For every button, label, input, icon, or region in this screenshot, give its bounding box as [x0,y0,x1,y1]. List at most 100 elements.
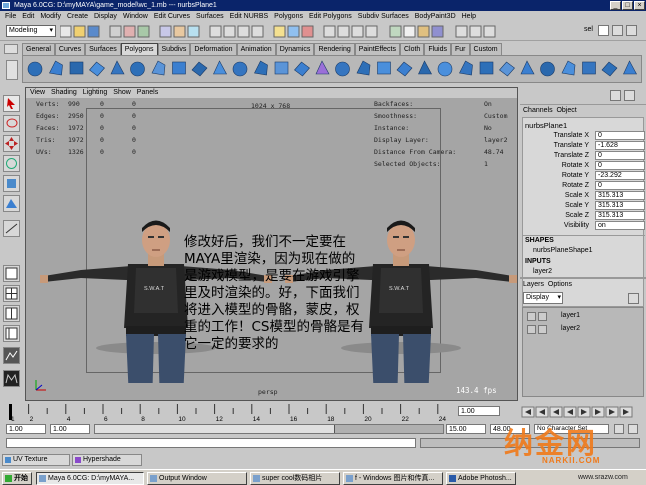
status-line-icons[interactable] [60,25,530,39]
channel-row[interactable]: Scale Y 315.313 [523,201,646,211]
panel-menu-panels[interactable]: Panels [137,89,158,96]
menu-window[interactable]: Window [123,11,148,23]
polygon-tool-icon-13[interactable] [274,61,289,75]
range-handle[interactable] [95,425,335,433]
layer-tab-layers[interactable]: Layers [523,281,544,288]
channel-row[interactable]: Translate Y -1.628 [523,141,646,151]
polygon-tool-icon-19[interactable] [396,61,413,77]
polygon-tool-icon-18[interactable] [377,61,391,75]
shelf-tool-icons[interactable] [23,56,641,82]
channel-value[interactable]: 0 [595,181,645,190]
mode-select[interactable]: Modeling ▾ [6,25,56,37]
polygon-tool-icon-7[interactable] [151,60,166,76]
menu-modify[interactable]: Modify [40,11,61,23]
channel-value[interactable]: 0 [595,161,645,170]
polygon-tool-icon-17[interactable] [356,60,371,76]
shelf-tab-fur[interactable]: Fur [451,43,470,55]
layout-graph-icon[interactable] [3,347,20,364]
shelf-tab-curves[interactable]: Curves [54,43,86,55]
polygon-tool-icon-28[interactable] [582,61,596,75]
layer-tab-options[interactable]: Options [548,281,572,288]
polygon-tool-icon-9[interactable] [191,61,208,77]
start-button[interactable]: 开始 [2,472,32,485]
layout-four-icon[interactable] [3,285,20,302]
last-tool-icon[interactable] [3,220,20,237]
shelf-tab-general[interactable]: General [22,43,55,55]
range-bar[interactable] [94,424,444,434]
shelf-tab-subdivs[interactable]: Subdivs [157,43,191,55]
polygon-tool-icon-20[interactable] [418,60,433,75]
menu-bodypaint3d[interactable]: BodyPaint3D [415,11,456,23]
channel-value[interactable]: on [595,221,645,230]
menu-surfaces[interactable]: Surfaces [196,11,224,23]
channel-row[interactable]: Translate Z 0 [523,151,646,161]
manipulator-tool-icon[interactable] [3,195,20,212]
channel-row[interactable]: Scale Z 315.313 [523,211,646,221]
polygon-tool-icon-27[interactable] [561,60,576,76]
layout-two-icon[interactable] [3,305,20,322]
shelf-tab-surfaces[interactable]: Surfaces [85,43,121,55]
polygon-tool-icon-4[interactable] [89,61,105,77]
layout-single-icon[interactable] [3,265,20,282]
channel-value[interactable]: 315.313 [595,201,645,210]
mel-command-input[interactable] [6,438,416,448]
lasso-tool-icon[interactable] [3,115,20,132]
taskbar-item-output[interactable]: Output Window [147,472,247,485]
polygon-tool-icon-22[interactable] [459,60,473,76]
channel-row[interactable]: Translate X 0 [523,131,646,141]
input-name[interactable]: layer2 [533,268,552,275]
shelf-tab-deformation[interactable]: Deformation [190,43,237,55]
move-tool-icon[interactable] [3,135,20,152]
channel-row[interactable]: Rotate Z 0 [523,181,646,191]
polygon-tool-icon-15[interactable] [315,60,330,75]
channel-box-tab-object[interactable]: Object [556,107,576,114]
polygon-tool-icon-21[interactable] [437,61,453,77]
rotate-tool-icon[interactable] [3,155,20,172]
polygon-tool-icon-12[interactable] [254,60,268,76]
hypershade-window-button[interactable]: Hypershade [72,454,142,466]
polygon-tool-icon-3[interactable] [69,61,84,75]
scale-tool-icon[interactable] [3,175,20,192]
channel-value[interactable]: -1.628 [595,141,645,150]
shelf-tab-polygons[interactable]: Polygons [120,43,158,55]
range-start-field[interactable] [50,424,90,434]
menu-help[interactable]: Help [462,11,476,23]
playback-controls[interactable] [520,405,644,419]
menu-file[interactable]: File [5,11,16,23]
taskbar-item-viewer[interactable]: f - Windows 图片和传真... [343,472,443,485]
layout-toggle-icon[interactable] [626,25,637,36]
channel-row[interactable]: Visibility on [523,221,646,231]
panel-menu-shading[interactable]: Shading [51,89,77,96]
polygon-tool-icon-5[interactable] [110,60,125,75]
polygon-tool-icon-6[interactable] [130,61,145,77]
shelf-tab-dynamics[interactable]: Dynamics [275,43,315,55]
menu-edit-nurbs[interactable]: Edit NURBS [230,11,269,23]
shelf-tab-cloth[interactable]: Cloth [399,43,425,55]
shelf-tab-fluids[interactable]: Fluids [424,43,452,55]
panel-icon-a[interactable] [610,90,621,101]
shape-name[interactable]: nurbsPlaneShape1 [533,247,593,254]
panel-menu-lighting[interactable]: Lighting [83,89,108,96]
layer-type-toggle[interactable] [538,312,547,321]
range-end-field[interactable] [446,424,486,434]
shelf-menu-icon[interactable] [6,60,18,80]
layer-type-toggle[interactable] [538,325,547,334]
menu-subdiv-surfaces[interactable]: Subdiv Surfaces [358,11,409,23]
polygon-tool-icon-14[interactable] [294,61,310,77]
layer-display-select[interactable]: Display ▾ [523,292,563,304]
channel-box-tab-channels[interactable]: Channels [523,107,553,114]
polygon-tool-icon-8[interactable] [172,61,186,75]
polygon-tool-icon-23[interactable] [479,61,494,75]
perspective-viewport[interactable]: View Shading Lighting Show Panels Verts: 990 0… [25,87,518,401]
layer-visibility-toggle[interactable] [527,312,536,321]
layout-outliner-icon[interactable] [3,325,20,342]
polygon-tool-icon-2[interactable] [49,60,63,76]
polygon-tool-icon-26[interactable] [540,61,555,77]
channel-value[interactable]: 0 [595,131,645,140]
channel-row[interactable]: Scale X 315.313 [523,191,646,201]
polygon-tool-icon-30[interactable] [623,60,638,75]
menu-polygons[interactable]: Polygons [274,11,303,23]
channel-box-toggle-icon[interactable] [612,25,623,36]
menu-edit-polygons[interactable]: Edit Polygons [309,11,352,23]
menu-create[interactable]: Create [67,11,88,23]
